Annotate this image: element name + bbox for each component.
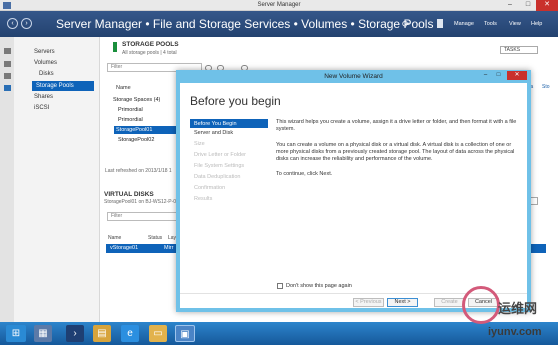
file-storage-icon[interactable] [4,85,11,91]
wizard-title: New Volume Wizard [324,73,383,80]
wizard-step-drive-letter: Drive Letter or Folder [194,152,246,158]
folder-icon[interactable]: ▭ [149,325,167,342]
dont-show-again-checkbox[interactable] [277,283,283,289]
dont-show-again-label[interactable]: Don't show this page again [286,283,352,289]
watermark-cn-text: 运维网 [498,301,538,316]
storage-pools-subtitle: All storage pools | 4 total [122,50,177,56]
local-server-icon[interactable] [4,61,11,67]
explorer-icon[interactable]: ▤ [93,325,111,342]
tree-node-storagepool02[interactable]: StoragePool02 [118,137,154,143]
wizard-step-results: Results [194,196,213,202]
vd-layout-cell: Mirr [164,245,174,251]
virtual-disks-filter-input[interactable]: Filter [107,212,179,221]
previous-button[interactable]: < Previous [353,298,384,307]
virtual-disks-title: VIRTUAL DISKS [104,191,154,198]
sidebar-item-disks[interactable]: Disks [39,71,54,77]
sidebar-item-volumes[interactable]: Volumes [34,60,57,66]
watermark-logo-icon [462,286,500,324]
create-button[interactable]: Create [434,298,465,307]
section-marker-icon [113,42,117,52]
sidebar-icon-strip [0,37,14,322]
wizard-title-bar: New Volume Wizard – □ ✕ [176,70,531,83]
wizard-continue-text: To continue, click Next. [276,171,333,177]
wizard-step-server-and-disk[interactable]: Server and Disk [194,130,233,136]
next-button[interactable]: Next > [387,298,418,307]
sidebar-item-shares[interactable]: Shares [34,94,53,100]
menu-help[interactable]: Help [531,21,542,27]
sidebar: Servers Volumes Disks Storage Pools Shar… [0,37,100,322]
powershell-icon[interactable]: › [66,325,84,342]
last-refreshed-text: Last refreshed on 2013/1/18 1 [105,168,172,174]
wizard-app-icon[interactable]: ▣ [175,325,195,342]
wizard-step-file-system: File System Settings [194,163,245,169]
server-manager-icon[interactable]: ▦ [34,325,52,342]
start-icon[interactable]: ⊞ [6,325,26,342]
back-arrow-icon[interactable]: ‹ [7,18,18,29]
wizard-step-deduplication: Data Deduplication [194,174,241,180]
menu-view[interactable]: View [509,21,521,27]
virtual-disks-subtitle: StoragePool01 on BJ-WS12-P-0 [104,199,176,205]
menu-tools[interactable]: Tools [484,21,497,27]
wizard-step-confirmation: Confirmation [194,185,226,191]
header-bar: ‹ › Server Manager • File and Storage Se… [0,11,558,37]
tasks-dropdown[interactable]: TASKS [500,46,538,54]
breadcrumb[interactable]: Server Manager • File and Storage Servic… [56,17,433,31]
sidebar-item-iscsi[interactable]: iSCSI [34,105,49,111]
notification-flag-icon[interactable] [437,19,443,28]
vd-name-cell: vStorage01 [110,245,139,251]
sidebar-item-servers[interactable]: Servers [34,49,55,55]
new-volume-wizard-dialog: New Volume Wizard – □ ✕ Before you begin… [176,70,531,312]
wizard-step-size: Size [194,141,205,147]
dashboard-icon[interactable] [4,48,11,54]
all-servers-icon[interactable] [4,73,11,79]
tree-node-primordial[interactable]: Primordial [118,107,143,113]
window-title-bar: Server Manager – □ ✕ [0,0,558,11]
minimize-icon[interactable]: – [502,0,518,11]
watermark: 运维网 iyunv.com [462,286,558,345]
tree-node-storagepool01[interactable]: StoragePool01 [114,126,178,134]
close-icon[interactable]: ✕ [536,0,558,11]
sidebar-item-storage-pools[interactable]: Storage Pools [32,81,94,91]
table-row[interactable]: vStorage01 Mirr [106,244,178,253]
wizard-close-icon[interactable]: ✕ [507,71,527,80]
window-title: Server Manager [257,2,301,8]
wizard-step-before-you-begin[interactable]: Before You Begin [190,119,268,128]
column-header-status[interactable]: Status [148,235,162,241]
ie-icon[interactable]: e [121,325,139,342]
refresh-icon[interactable]: ⟳ [402,19,410,30]
forward-arrow-icon[interactable]: › [21,18,32,29]
wizard-maximize-icon[interactable]: □ [493,71,504,80]
watermark-url-text: iyunv.com [488,326,542,338]
menu-manage[interactable]: Manage [454,21,474,27]
wizard-minimize-icon[interactable]: – [480,71,491,80]
peek-label-2: Sto [542,84,550,90]
wizard-heading: Before you begin [190,94,281,108]
wizard-description-paragraph: You can create a volume on a physical di… [276,142,515,162]
wizard-intro-paragraph: This wizard helps you create a volume, a… [276,119,517,132]
column-header-name[interactable]: Name [116,85,131,91]
storage-pools-title: STORAGE POOLS [122,41,179,48]
tree-node-primordial-2[interactable]: Primordial [118,117,143,123]
virtual-disks-column-headers: Name Status Layo [108,235,179,242]
maximize-icon[interactable]: □ [520,0,536,11]
tree-node-storage-spaces[interactable]: Storage Spaces (4) [113,97,160,103]
column-header-vd-name[interactable]: Name [108,235,121,241]
